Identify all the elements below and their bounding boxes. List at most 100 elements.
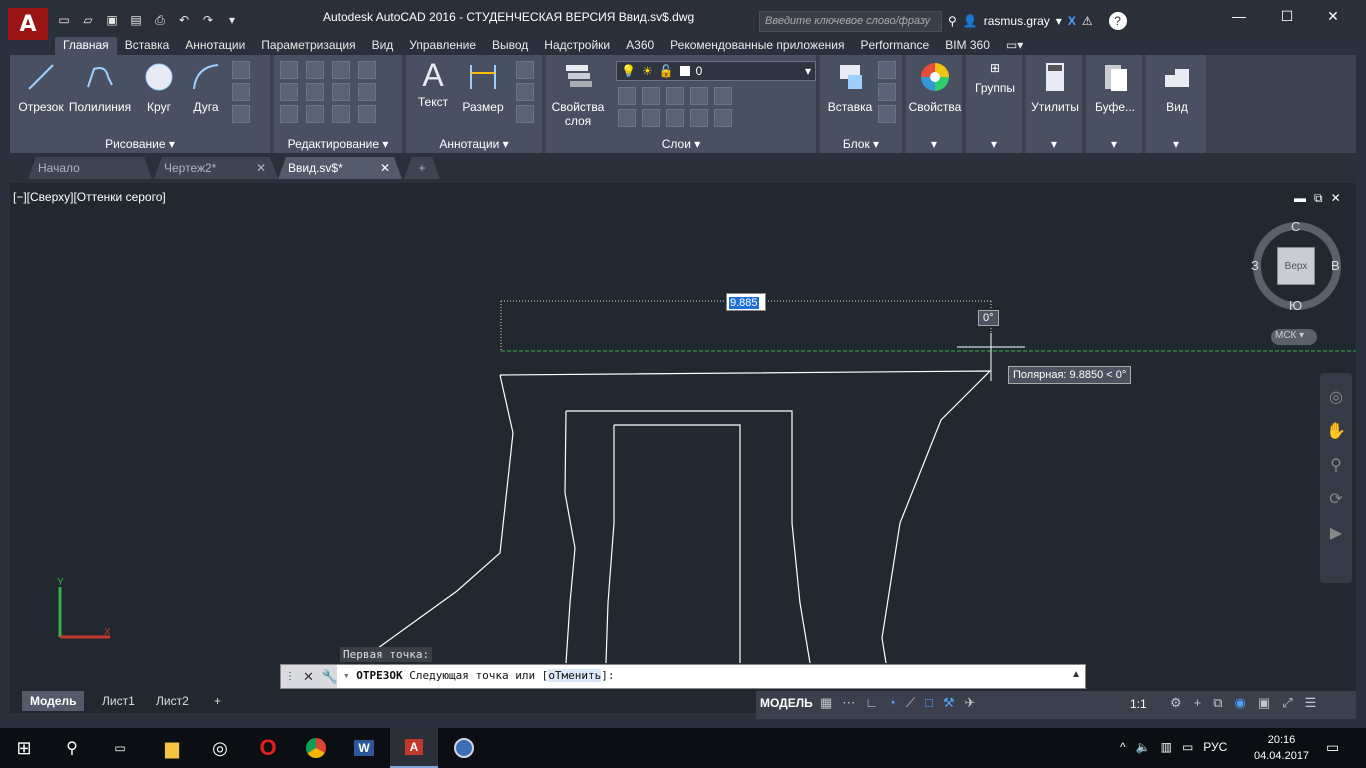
insert-block-button[interactable]: Вставка bbox=[822, 61, 878, 114]
save-icon[interactable]: ▣ bbox=[102, 10, 122, 30]
tab-view[interactable]: Вид bbox=[364, 37, 402, 55]
taskbar-opera[interactable]: O bbox=[244, 728, 292, 768]
search-button[interactable]: ⚲ bbox=[48, 728, 96, 768]
tab-performance[interactable]: Performance bbox=[853, 37, 938, 55]
start-button[interactable]: ⊞ bbox=[0, 728, 48, 768]
steering-wheel-icon[interactable]: ◎ bbox=[1329, 387, 1343, 407]
mirror-icon[interactable] bbox=[306, 83, 324, 101]
layer-dropdown[interactable]: 💡 ☀ 🔓 0 ▾ bbox=[616, 61, 816, 81]
layers-panel-title[interactable]: Слои ▾ bbox=[546, 137, 816, 151]
new-tab-button[interactable]: + bbox=[404, 157, 440, 179]
zoom-icon[interactable]: ⚲ bbox=[1330, 455, 1342, 475]
clock[interactable]: 20:16 04.04.2017 bbox=[1254, 732, 1309, 764]
open-file-icon[interactable]: ▱ bbox=[78, 10, 98, 30]
line-button[interactable]: Отрезок bbox=[16, 61, 66, 114]
offset-icon[interactable] bbox=[358, 105, 376, 123]
snap-icon[interactable]: ⋯ bbox=[842, 695, 855, 711]
model-space-button[interactable]: МОДЕЛЬ bbox=[760, 696, 813, 710]
help-icon[interactable]: ? bbox=[1108, 12, 1127, 30]
hatch-icon[interactable] bbox=[232, 83, 250, 101]
volume-icon[interactable]: 🔈 bbox=[1136, 740, 1151, 754]
tab-bim360[interactable]: BIM 360 bbox=[937, 37, 998, 55]
clean-screen-icon[interactable]: ▣ bbox=[1258, 695, 1270, 711]
table-icon[interactable] bbox=[516, 105, 534, 123]
tab-layout1[interactable]: Лист1 bbox=[94, 691, 143, 711]
leader-icon[interactable] bbox=[516, 83, 534, 101]
compass-south-label[interactable]: Ю bbox=[1289, 298, 1302, 313]
layer-tool-8-icon[interactable] bbox=[666, 109, 684, 127]
dimension-button[interactable]: Размер bbox=[456, 61, 510, 114]
ribbon-minimize-icon[interactable]: ▭▾ bbox=[998, 37, 1031, 55]
compass-west-label[interactable]: З bbox=[1251, 258, 1259, 273]
doc-tab-current[interactable]: Ввид.sv$* ✕ bbox=[278, 157, 402, 179]
exchange-apps-icon[interactable]: X bbox=[1068, 14, 1076, 28]
print-icon[interactable]: ⎙ bbox=[150, 10, 170, 30]
new-file-icon[interactable]: ▭ bbox=[54, 10, 74, 30]
dynamic-input-field[interactable]: 9.885 bbox=[726, 293, 766, 311]
fullscreen-icon[interactable]: ⤢ bbox=[1282, 695, 1292, 711]
binoculars-icon[interactable]: ⚲ bbox=[948, 14, 957, 28]
command-option-undo[interactable]: оТменить bbox=[548, 669, 602, 682]
command-history-toggle-icon[interactable]: ▲ bbox=[1071, 669, 1081, 680]
layer-tool-2-icon[interactable] bbox=[642, 87, 660, 105]
isolate-icon[interactable]: ⧉ bbox=[1213, 695, 1222, 711]
tab-featured-apps[interactable]: Рекомендованные приложения bbox=[662, 37, 852, 55]
tab-model[interactable]: Модель bbox=[22, 691, 85, 711]
add-layout-button[interactable]: + bbox=[206, 691, 229, 711]
customization-icon[interactable]: ☰ bbox=[1305, 695, 1317, 711]
panel-groups[interactable]: ⊞ Группы ▾ bbox=[966, 55, 1024, 153]
a360-icon[interactable]: ⚠ bbox=[1082, 14, 1093, 28]
compass-east-label[interactable]: В bbox=[1331, 258, 1340, 273]
close-icon[interactable]: ✕ bbox=[256, 161, 266, 175]
customize-icon[interactable]: 🔧 bbox=[322, 669, 338, 685]
layer-tool-9-icon[interactable] bbox=[690, 109, 708, 127]
stretch-icon[interactable] bbox=[280, 105, 298, 123]
view-button[interactable]: Вид bbox=[1146, 61, 1208, 114]
command-recent-icon[interactable]: ▾ bbox=[343, 669, 350, 682]
taskbar-steam[interactable]: ◎ bbox=[196, 728, 244, 768]
layer-tool-1-icon[interactable] bbox=[618, 87, 636, 105]
search-input[interactable]: Введите ключевое слово/фразу bbox=[759, 11, 942, 32]
drawing-geometry[interactable] bbox=[10, 183, 1356, 663]
application-menu-button[interactable]: A bbox=[8, 8, 48, 40]
task-view-button[interactable]: ▭ bbox=[96, 728, 144, 768]
redo-icon[interactable]: ↷ bbox=[198, 10, 218, 30]
save-as-icon[interactable]: ▤ bbox=[126, 10, 146, 30]
isodraft-icon[interactable]: ⟋ bbox=[906, 695, 915, 711]
grid-icon[interactable]: ▦ bbox=[820, 695, 832, 711]
tab-insert[interactable]: Вставка bbox=[117, 37, 178, 55]
properties-button[interactable]: Свойства bbox=[906, 61, 964, 114]
layer-tool-5-icon[interactable] bbox=[714, 87, 732, 105]
erase-icon[interactable] bbox=[358, 61, 376, 79]
clipboard-expand-icon[interactable]: ▾ bbox=[1086, 137, 1142, 151]
doc-tab-drawing2[interactable]: Чертеж2* ✕ bbox=[154, 157, 278, 179]
polyline-button[interactable]: Полилиния bbox=[68, 61, 132, 114]
layer-tool-6-icon[interactable] bbox=[618, 109, 636, 127]
tab-manage[interactable]: Управление bbox=[401, 37, 484, 55]
groups-button[interactable]: ⊞ Группы bbox=[966, 61, 1024, 95]
maximize-button[interactable]: ☐ bbox=[1264, 8, 1310, 30]
ucs-menu[interactable]: МСК ▾ bbox=[1271, 329, 1317, 345]
boundary-icon[interactable] bbox=[232, 105, 250, 123]
properties-expand-icon[interactable]: ▾ bbox=[906, 137, 962, 151]
workspace-gear-icon[interactable]: ⚙ bbox=[1170, 695, 1182, 711]
layer-properties-button[interactable]: Свойства слоя bbox=[550, 61, 606, 128]
move-icon[interactable] bbox=[280, 61, 298, 79]
tab-a360[interactable]: A360 bbox=[618, 37, 662, 55]
annotation-scale-icon[interactable]: ⚒ bbox=[943, 695, 955, 711]
utilities-button[interactable]: Утилиты bbox=[1026, 61, 1084, 114]
taskbar-chrome[interactable] bbox=[292, 728, 340, 768]
command-line[interactable]: ⋮ ✕ 🔧 ▾ ОТРЕЗОК Следующая точка или [оТм… bbox=[280, 664, 1086, 689]
draw-panel-title[interactable]: Рисование ▾ bbox=[10, 137, 270, 151]
trim-icon[interactable] bbox=[332, 61, 350, 79]
scale-icon[interactable] bbox=[306, 105, 324, 123]
polar-icon[interactable]: ◔ bbox=[888, 695, 896, 711]
add-icon[interactable]: + bbox=[1194, 695, 1202, 711]
viewcube-top-face[interactable]: Верх bbox=[1277, 247, 1315, 285]
clipboard-button[interactable]: Буфе... bbox=[1086, 61, 1144, 114]
network-icon[interactable]: ▥ bbox=[1161, 740, 1172, 754]
close-window-button[interactable]: ✕ bbox=[1310, 8, 1356, 30]
osnap-icon[interactable]: □ bbox=[925, 695, 933, 711]
block-panel-title[interactable]: Блок ▾ bbox=[820, 137, 902, 151]
undo-icon[interactable]: ↶ bbox=[174, 10, 194, 30]
